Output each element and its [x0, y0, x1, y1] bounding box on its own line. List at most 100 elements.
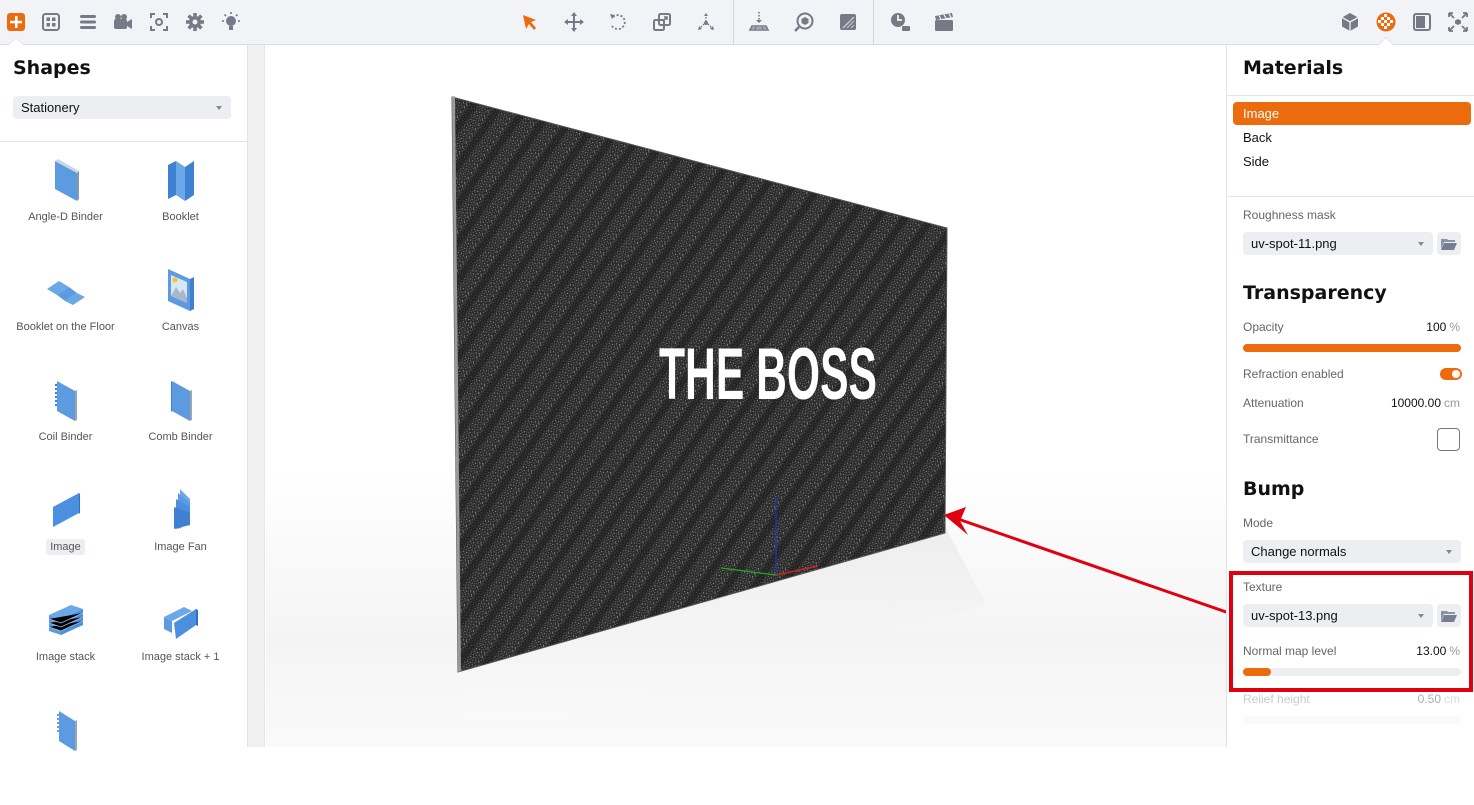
material-item-image[interactable]: Image — [1233, 102, 1471, 125]
shape-item-spiral-binder[interactable] — [8, 695, 123, 805]
roughness-mask-select[interactable]: uv-spot-11.png — [1243, 232, 1433, 255]
transparency-title: Transparency — [1243, 282, 1387, 304]
scale-tool-button[interactable] — [648, 8, 676, 36]
camera-button[interactable] — [109, 8, 137, 36]
list-icon — [80, 15, 96, 29]
shape-item-image-stack[interactable]: Image stack — [8, 585, 123, 695]
bump-texture-value: uv-spot-13.png — [1251, 608, 1338, 623]
shape-item-booklet[interactable]: Booklet — [123, 145, 238, 255]
focus-button[interactable] — [145, 8, 173, 36]
materials-button[interactable] — [1372, 8, 1400, 36]
shape-item-coil-binder[interactable]: Coil Binder — [8, 365, 123, 475]
3d-viewport[interactable]: THE BOSS — [266, 45, 1226, 747]
move-tool-button[interactable] — [560, 8, 588, 36]
time-of-day-icon — [891, 13, 910, 31]
shape-item-image-fan[interactable]: Image Fan — [123, 475, 238, 585]
scale-icon — [653, 13, 671, 31]
shape-item-booklet-on-floor[interactable]: Booklet on the Floor — [8, 255, 123, 365]
rotate-icon — [610, 14, 626, 30]
opacity-slider-fill — [1243, 344, 1461, 352]
bump-texture-browse-button[interactable] — [1437, 604, 1461, 627]
animation-button[interactable] — [930, 8, 958, 36]
object-button[interactable] — [1336, 8, 1364, 36]
transmittance-label: Transmittance — [1243, 432, 1319, 446]
angle-d-binder-icon — [55, 159, 79, 201]
category-select[interactable]: Stationery — [13, 96, 231, 119]
texture-mapping-icon — [840, 14, 856, 30]
shape-label: Image Fan — [154, 541, 207, 553]
texture-mapping-button[interactable] — [834, 8, 862, 36]
fullscreen-button[interactable] — [1444, 8, 1472, 36]
bump-mode-label: Mode — [1243, 516, 1274, 530]
booklet-icon — [168, 161, 194, 201]
material-item-back[interactable]: Back — [1233, 126, 1471, 149]
refraction-label: Refraction enabled — [1243, 367, 1344, 381]
category-select-value: Stationery — [21, 100, 80, 115]
drop-to-floor-icon — [748, 12, 770, 31]
light-button[interactable] — [217, 8, 245, 36]
shape-label: Image stack + 1 — [141, 651, 220, 663]
image-shape-icon — [53, 493, 80, 527]
transmittance-checkbox[interactable] — [1437, 428, 1460, 451]
shape-item-comb-binder[interactable]: Comb Binder — [123, 365, 238, 475]
normal-map-level-value[interactable]: 13.00% — [1416, 644, 1460, 658]
settings-button[interactable] — [181, 8, 209, 36]
opacity-label: Opacity — [1243, 320, 1284, 334]
panel-layout-button[interactable] — [1408, 8, 1436, 36]
coil-binder-icon — [54, 381, 77, 421]
shape-label: Angle-D Binder — [28, 211, 103, 223]
chevron-down-icon — [1446, 550, 1452, 554]
refraction-toggle[interactable] — [1440, 368, 1462, 380]
move-icon — [564, 12, 584, 32]
normal-map-level-slider-fill — [1243, 668, 1272, 676]
top-toolbar — [0, 0, 1474, 45]
view-object-button[interactable] — [790, 8, 818, 36]
shape-item-canvas[interactable]: Canvas — [123, 255, 238, 365]
roughness-mask-value: uv-spot-11.png — [1251, 236, 1337, 251]
left-panel-scrollbar[interactable] — [248, 45, 265, 747]
scene: THE BOSS — [451, 96, 1226, 745]
time-of-day-button[interactable] — [886, 8, 914, 36]
shape-label: Image — [8, 539, 123, 555]
settings-icon — [186, 13, 204, 31]
shape-item-image[interactable]: Image — [8, 475, 123, 585]
roughness-mask-browse-button[interactable] — [1437, 232, 1461, 255]
object-text: THE BOSS — [659, 334, 877, 415]
chevron-down-icon — [1418, 614, 1424, 618]
camera-icon — [114, 14, 132, 29]
relief-height-label: Relief height — [1243, 692, 1310, 706]
pivot-tool-button[interactable] — [692, 8, 720, 36]
bump-texture-label: Texture — [1243, 580, 1283, 594]
normal-map-level-slider[interactable] — [1243, 668, 1461, 676]
select-tool-button[interactable] — [516, 8, 544, 36]
list-button[interactable] — [74, 8, 102, 36]
add-shape-button[interactable] — [2, 8, 30, 36]
folder-open-icon — [1441, 238, 1457, 250]
shape-label: Coil Binder — [38, 431, 93, 443]
pivot-icon — [698, 13, 714, 30]
layout-grid-icon — [42, 13, 60, 31]
layout-button[interactable] — [37, 8, 65, 36]
shape-item-angle-d-binder[interactable]: Angle-D Binder — [8, 145, 123, 255]
material-item-side[interactable]: Side — [1233, 150, 1471, 173]
image-stack-icon — [48, 605, 84, 635]
shape-label: Booklet on the Floor — [16, 321, 115, 333]
roughness-mask-label: Roughness mask — [1243, 208, 1336, 222]
opacity-value: 100% — [1426, 320, 1460, 334]
bump-mode-select[interactable]: Change normals — [1243, 540, 1461, 563]
rotate-tool-button[interactable] — [604, 8, 632, 36]
light-icon — [222, 12, 240, 30]
attenuation-value[interactable]: 10000.00 cm — [1391, 396, 1460, 410]
focus-icon — [150, 13, 168, 31]
add-shape-icon — [7, 13, 25, 31]
canvas-icon — [168, 269, 194, 311]
bump-title: Bump — [1243, 478, 1305, 500]
chevron-down-icon — [216, 106, 222, 110]
comb-binder-icon — [171, 381, 192, 421]
bump-texture-select[interactable]: uv-spot-13.png — [1243, 604, 1433, 627]
materials-icon — [1376, 12, 1396, 32]
opacity-slider[interactable] — [1243, 344, 1461, 352]
drop-to-floor-button[interactable] — [745, 8, 773, 36]
bump-mode-value: Change normals — [1251, 544, 1347, 559]
shape-item-image-stack-plus-1[interactable]: Image stack + 1 — [123, 585, 238, 695]
